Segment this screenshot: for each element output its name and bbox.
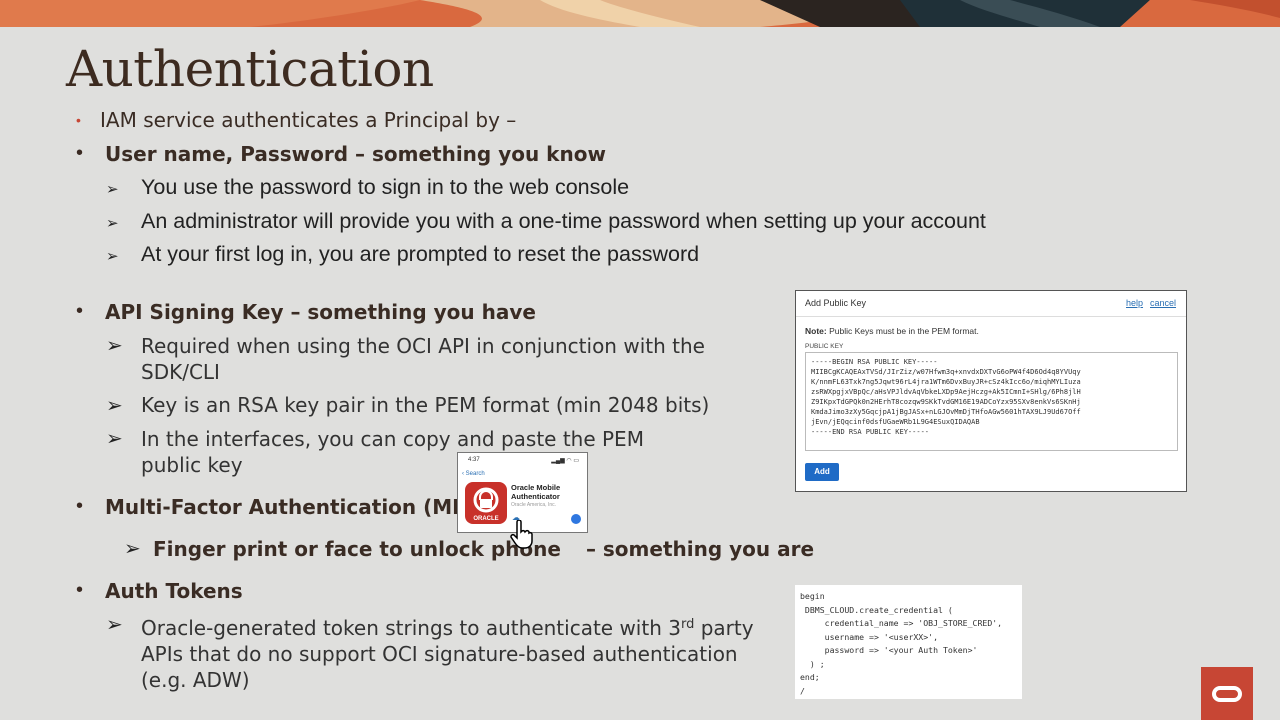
arrow-bullet-icon: ➢ — [106, 335, 123, 357]
arrow-bullet-icon: ➢ — [106, 248, 119, 265]
more-options-icon[interactable] — [571, 514, 581, 524]
tokens-line-1: Oracle-generated token strings to authen… — [141, 612, 754, 641]
bullet-dot: • — [76, 112, 81, 128]
tokens-superscript: rd — [680, 617, 695, 632]
plsql-code-sample: begin DBMS_CLOUD.create_credential ( cre… — [795, 585, 1022, 699]
password-item-3: At your first log in, you are prompted t… — [141, 242, 700, 266]
arrow-bullet-icon: ➢ — [106, 181, 119, 198]
api-key-item-2: Key is an RSA key pair in the PEM format… — [141, 393, 710, 417]
arrow-bullet-icon: ➢ — [124, 538, 141, 560]
dialog-title: Add Public Key — [805, 298, 867, 308]
intro-text: IAM service authenticates a Principal by… — [100, 108, 517, 132]
tokens-line-3: (e.g. ADW) — [141, 668, 250, 692]
app-name: Oracle Mobile Authenticator — [511, 483, 561, 501]
password-item-2: An administrator will provide you with a… — [141, 209, 986, 233]
note-text: Public Keys must be in the PEM format. — [826, 326, 979, 336]
bullet-dot: • — [76, 300, 84, 322]
phone-time: 4:37 — [468, 457, 480, 463]
tokens-heading: Auth Tokens — [105, 579, 243, 603]
public-key-textarea[interactable]: -----BEGIN RSA PUBLIC KEY----- MIIBCgKCA… — [805, 352, 1178, 451]
password-item-1: You use the password to sign in to the w… — [141, 175, 630, 199]
bullet-dot: • — [76, 495, 84, 517]
slide-title: Authentication — [66, 40, 434, 98]
api-key-item-1-line-1: Required when using the OCI API in conju… — [141, 334, 705, 358]
tokens-item: Oracle-generated token strings to authen… — [141, 612, 754, 693]
arrow-bullet-icon: ➢ — [106, 614, 123, 636]
arrow-bullet-icon: ➢ — [106, 215, 119, 232]
add-button[interactable]: Add — [805, 463, 839, 481]
decorative-banner — [0, 0, 1280, 27]
tokens-line-2: APIs that do no support OCI signature-ba… — [141, 642, 738, 666]
public-key-label: PUBLIC KEY — [805, 343, 844, 350]
api-key-heading: API Signing Key – something you have — [105, 300, 536, 324]
dialog-note: Note: Public Keys must be in the PEM for… — [805, 326, 979, 336]
phone-status-icons: ▂▄▆ ◠ ▭ — [551, 458, 579, 464]
mfa-item: Finger print or face to unlock phone – s… — [153, 537, 814, 561]
app-icon-label: ORACLE — [473, 516, 498, 522]
dialog-header: Add Public Key help cancel — [796, 291, 1186, 317]
cancel-link[interactable]: cancel — [1150, 298, 1176, 308]
bullet-dot: • — [76, 142, 84, 164]
mfa-item-suffix: – something you are — [585, 537, 815, 561]
arrow-bullet-icon: ➢ — [106, 428, 123, 450]
mfa-heading: Multi-Factor Authentication (MFA) — [105, 495, 489, 519]
tokens-line-1-text: Oracle-generated token strings to authen… — [141, 616, 681, 640]
api-key-item-1: Required when using the OCI API in conju… — [141, 333, 705, 385]
api-key-item-1-line-2: SDK/CLI — [141, 360, 220, 384]
arrow-bullet-icon: ➢ — [106, 395, 123, 417]
hand-pointer-icon — [509, 519, 533, 555]
app-vendor: Oracle America, Inc. — [511, 502, 557, 508]
password-heading: User name, Password – something you know — [105, 142, 606, 166]
help-link[interactable]: help — [1126, 298, 1143, 308]
add-public-key-dialog: Add Public Key help cancel Note: Public … — [795, 290, 1187, 492]
api-key-item-3-line-1: In the interfaces, you can copy and past… — [141, 427, 644, 451]
tokens-line-1-suffix: party — [694, 616, 754, 640]
bullet-dot: • — [76, 579, 84, 601]
search-back-link[interactable]: ‹ Search — [462, 471, 485, 477]
oracle-logo-icon — [1201, 667, 1253, 720]
mfa-item-text: Finger print or face to unlock phone — [153, 537, 561, 561]
note-label: Note: — [805, 326, 827, 336]
oracle-authenticator-app-icon[interactable]: ORACLE — [465, 482, 507, 524]
